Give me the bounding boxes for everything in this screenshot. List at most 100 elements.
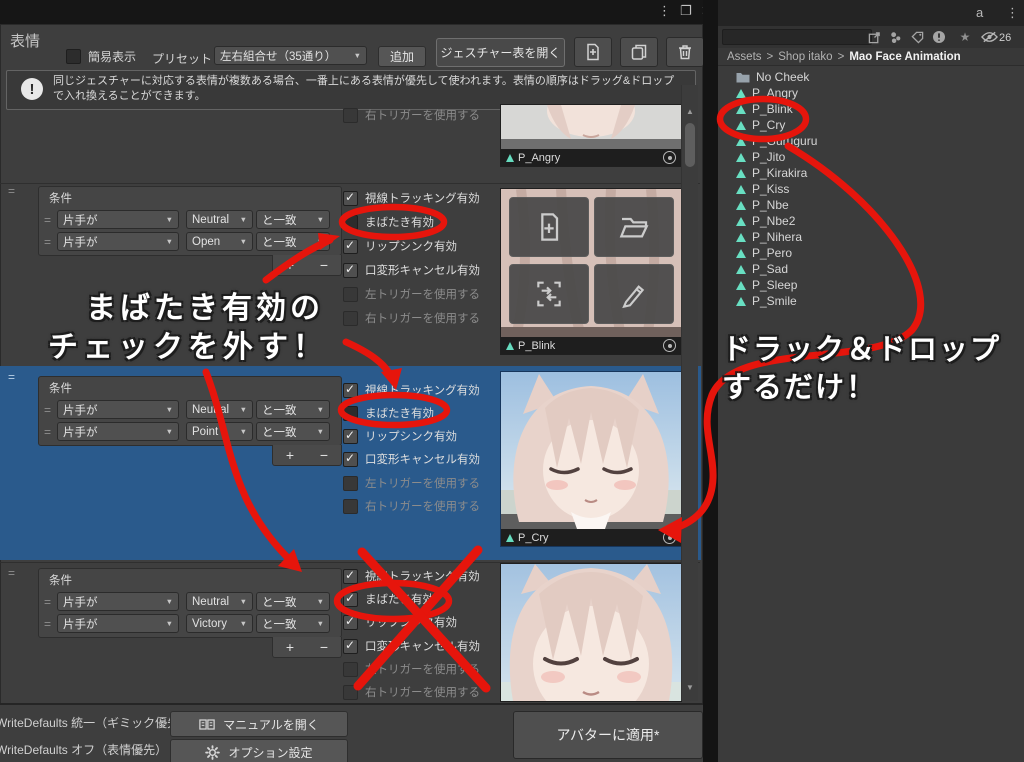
checkbox-mouth-cancel[interactable]: 口変形キャンセル有効 [343,638,480,654]
new-expression-button[interactable] [574,37,612,67]
simple-view-toggle[interactable]: 簡易表示 [66,48,136,65]
checkbox-right-trigger[interactable]: 右トリガーを使用する [343,310,480,326]
drag-handle[interactable]: = [8,566,14,580]
checkbox-eye-tracking[interactable]: 視線トラッキング有効 [343,190,480,206]
checkbox-lipsync[interactable]: リップシンク有効 [343,428,457,444]
search-by-label-icon[interactable] [908,29,926,45]
project-item[interactable]: P_Nbe2 [736,213,795,229]
condition-target-dropdown[interactable]: 片手が▼ [57,614,179,633]
project-item[interactable]: P_Smile [736,293,797,309]
gesture-dropdown[interactable]: Point▼ [186,422,253,441]
remove-condition-button[interactable]: − [312,639,336,655]
checkbox-blink[interactable]: まばたき有効 [343,405,434,421]
gesture-dropdown[interactable]: Open▼ [186,232,253,251]
open-manual-button[interactable]: マニュアルを開く [170,711,348,737]
object-picker-icon[interactable] [663,531,676,544]
remove-condition-button[interactable]: − [312,257,336,273]
scroll-down-arrow[interactable]: ▼ [682,683,698,692]
favorites-star-icon[interactable]: ★ [956,29,974,45]
match-dropdown[interactable]: と一致▼ [256,614,330,633]
project-item-p-cry[interactable]: P_Cry [736,117,785,133]
project-item-folder[interactable]: No Cheek [736,69,809,85]
apply-to-avatar-button[interactable]: アバターに適用* [513,711,703,759]
match-dropdown[interactable]: と一致▼ [256,592,330,611]
project-item[interactable]: P_Kirakira [736,165,807,181]
match-dropdown[interactable]: と一致▼ [256,232,330,251]
condition-target-dropdown[interactable]: 片手が▼ [57,210,179,229]
match-dropdown[interactable]: と一致▼ [256,400,330,419]
condition-target-dropdown[interactable]: 片手が▼ [57,400,179,419]
delete-button[interactable] [666,37,704,67]
checkbox-mouth-cancel[interactable]: 口変形キャンセル有効 [343,451,480,467]
gesture-dropdown[interactable]: Neutral▼ [186,400,253,419]
preset-dropdown[interactable]: 左右組合せ（35通り） ▼ [214,46,367,65]
simple-view-checkbox[interactable] [66,49,81,64]
checkbox-eye-tracking[interactable]: 視線トラッキング有効 [343,382,480,398]
breadcrumb-assets[interactable]: Assets [727,51,762,63]
checkbox-left-trigger[interactable]: 左トリガーを使用する [343,475,480,491]
project-item[interactable]: P_Angry [736,85,798,101]
open-external-icon[interactable] [865,29,883,45]
drag-handle[interactable]: = [44,235,50,249]
checkbox-blink[interactable]: まばたき有効 [343,591,434,607]
lock-icon[interactable]: a [976,5,983,20]
open-animation-button[interactable] [594,197,674,257]
drag-handle[interactable]: = [44,617,50,631]
object-picker-icon[interactable] [663,339,676,352]
drag-handle[interactable]: = [44,595,50,609]
project-item[interactable]: P_Blink [736,101,793,117]
drag-handle[interactable]: = [8,184,14,198]
window-maximize-icon[interactable]: ❐ [680,3,692,19]
open-gesture-table-button[interactable]: ジェスチャー表を開く [436,38,565,67]
drag-handle[interactable]: = [8,370,14,384]
breadcrumb-shop-itako[interactable]: Shop itako [778,51,832,63]
condition-target-dropdown[interactable]: 片手が▼ [57,232,179,251]
match-dropdown[interactable]: と一致▼ [256,210,330,229]
add-condition-button[interactable]: + [278,639,302,655]
project-item[interactable]: P_Sad [736,261,788,277]
add-preset-button[interactable]: 追加 [378,46,426,67]
edit-animation-button[interactable] [594,264,674,324]
vertical-scrollbar[interactable]: ▲ ▼ [681,85,698,701]
remove-condition-button[interactable]: − [312,447,336,463]
gesture-dropdown[interactable]: Victory▼ [186,614,253,633]
drag-handle[interactable]: = [44,213,50,227]
project-item[interactable]: P_Guruguru [736,133,817,149]
swap-animation-button[interactable] [509,264,589,324]
match-dropdown[interactable]: と一致▼ [256,422,330,441]
project-item[interactable]: P_Sleep [736,277,797,293]
condition-target-dropdown[interactable]: 片手が▼ [57,422,179,441]
expression-thumbnail-p-blink[interactable]: P_Blink [500,188,682,355]
condition-target-dropdown[interactable]: 片手が▼ [57,592,179,611]
window-menu-icon[interactable]: ⋮ [658,3,671,19]
project-item[interactable]: P_Nbe [736,197,789,213]
checkbox-eye-tracking[interactable]: 視線トラッキング有効 [343,568,480,584]
project-item[interactable]: P_Jito [736,149,785,165]
checkbox-lipsync[interactable]: リップシンク有効 [343,238,457,254]
search-by-type-icon[interactable] [886,29,904,45]
duplicate-button[interactable] [620,37,658,67]
checkbox-lipsync[interactable]: リップシンク有効 [343,614,457,630]
drag-handle[interactable]: = [44,425,50,439]
expression-thumbnail-p-cry[interactable]: P_Cry [500,371,682,547]
scroll-up-arrow[interactable]: ▲ [682,107,698,116]
scrollbar-thumb[interactable] [685,123,695,167]
project-item[interactable]: P_Pero [736,245,792,261]
gesture-dropdown[interactable]: Neutral▼ [186,210,253,229]
kebab-menu-icon[interactable]: ⋮ [1006,5,1019,21]
new-animation-button[interactable] [509,197,589,257]
object-picker-icon[interactable] [663,151,676,164]
gesture-dropdown[interactable]: Neutral▼ [186,592,253,611]
add-condition-button[interactable]: + [278,447,302,463]
alert-filter-icon[interactable] [930,29,948,45]
project-search-input[interactable] [722,29,872,45]
project-item[interactable]: P_Nihera [736,229,802,245]
expression-thumbnail-bottom[interactable] [500,563,682,702]
expression-thumbnail-p-angry[interactable]: P_Angry [500,104,682,167]
checkbox-left-trigger[interactable]: 左トリガーを使用する [343,661,480,677]
checkbox-right-trigger[interactable]: 右トリガーを使用する [343,498,480,514]
checkbox-mouth-cancel[interactable]: 口変形キャンセル有効 [343,262,480,278]
checkbox-right-trigger[interactable]: 右トリガーを使用する [343,684,480,700]
options-button[interactable]: オプション設定 [170,739,348,762]
checkbox-right-trigger[interactable]: 右トリガーを使用する [343,107,480,123]
